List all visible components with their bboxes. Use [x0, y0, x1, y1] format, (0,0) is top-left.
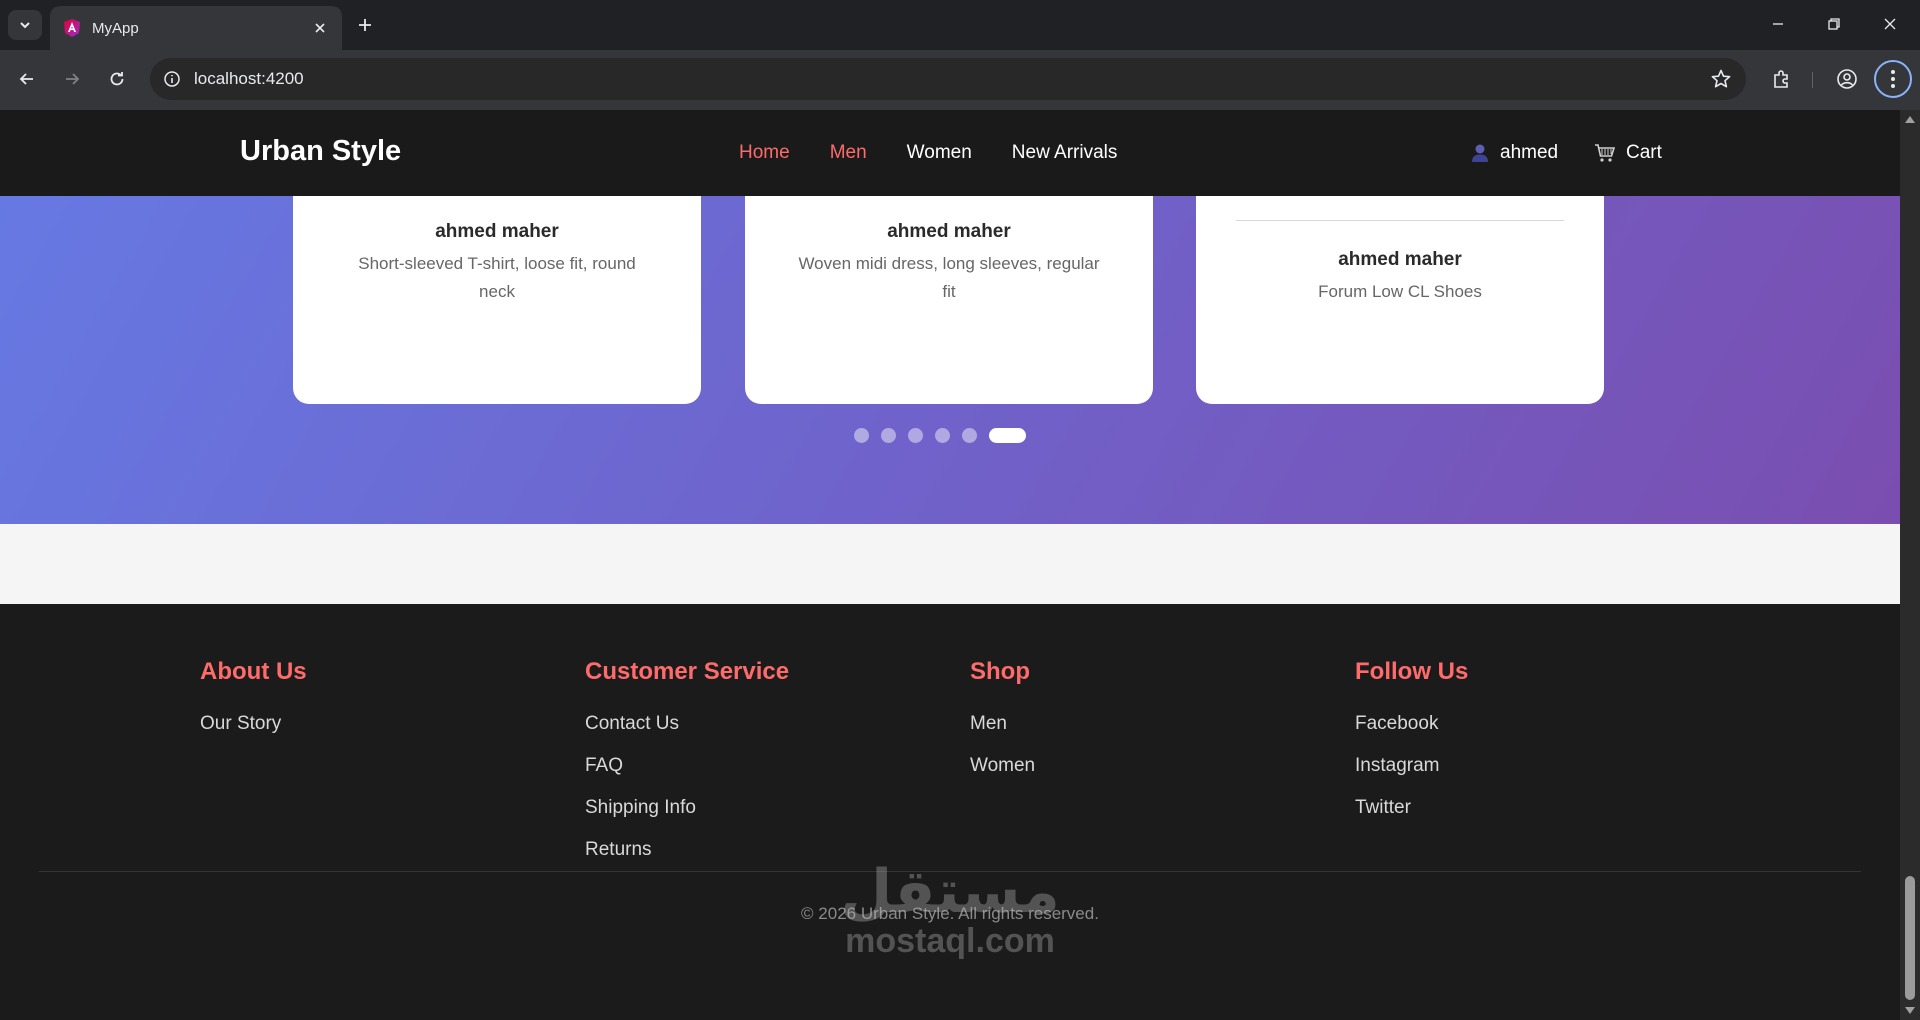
close-tab-icon[interactable]	[310, 18, 330, 38]
site-header: Urban Style Home Men Women New Arrivals …	[0, 110, 1900, 196]
page-viewport: ahmed maher Short-sleeved T-shirt, loose…	[0, 110, 1900, 1020]
carousel-dot[interactable]	[908, 428, 923, 443]
restore-icon	[1828, 18, 1840, 30]
user-icon	[1472, 144, 1488, 162]
reload-button[interactable]	[102, 64, 132, 94]
close-window-button[interactable]	[1862, 0, 1918, 48]
angular-logo-icon	[64, 19, 80, 37]
puzzle-icon	[1774, 70, 1788, 88]
arrow-right-icon	[66, 73, 80, 85]
nav-men[interactable]: Men	[830, 142, 867, 164]
watermark-latin: mostaql.com	[845, 922, 1055, 960]
footer-heading: Customer Service	[585, 658, 790, 685]
back-button[interactable]	[12, 64, 42, 94]
browser-tab[interactable]: MyApp	[50, 6, 342, 50]
product-card[interactable]: ahmed maher Forum Low CL Shoes	[1196, 170, 1604, 404]
chevron-down-icon	[20, 22, 30, 29]
minimize-button[interactable]	[1750, 0, 1806, 48]
footer-link-instagram[interactable]: Instagram	[1355, 754, 1468, 796]
tab-search-button[interactable]	[8, 10, 42, 40]
brand-logo[interactable]: Urban Style	[240, 135, 401, 168]
tab-title: MyApp	[92, 19, 139, 37]
browser-window: MyApp localhost:4200 ahmed maher Short-s…	[0, 0, 1920, 1020]
address-bar[interactable]: localhost:4200	[150, 58, 1746, 100]
footer-link-shipping-info[interactable]: Shipping Info	[585, 796, 789, 838]
user-name: ahmed	[1500, 142, 1559, 163]
scroll-up-arrow-icon[interactable]	[1904, 114, 1916, 124]
footer-divider	[39, 871, 1861, 872]
footer-column-shop: Shop Men Women	[970, 658, 1035, 796]
carousel-dot[interactable]	[935, 428, 950, 443]
user-menu[interactable]: ahmed	[1470, 142, 1558, 164]
new-tab-button[interactable]	[352, 12, 378, 38]
profile-button[interactable]	[1832, 64, 1862, 94]
more-vertical-icon	[1891, 70, 1895, 88]
carousel-dot[interactable]	[962, 428, 977, 443]
url-text: localhost:4200	[194, 69, 304, 88]
bookmark-star-icon[interactable]	[1710, 68, 1732, 90]
page-scrollbar[interactable]	[1900, 110, 1920, 1020]
carousel-dots	[854, 428, 1026, 443]
main-nav: Home Men Women New Arrivals	[739, 142, 1117, 164]
footer-heading: About Us	[200, 658, 307, 685]
product-card[interactable]: ahmed maher Woven midi dress, long sleev…	[745, 170, 1153, 404]
site-footer: About Us Our Story Customer Service Cont…	[0, 604, 1900, 1020]
footer-heading: Follow Us	[1355, 658, 1469, 685]
arrow-left-icon	[19, 73, 33, 85]
card-name: ahmed maher	[1338, 249, 1462, 270]
card-name: ahmed maher	[435, 221, 559, 242]
card-divider	[1236, 220, 1564, 221]
footer-column-about: About Us Our Story	[200, 658, 307, 754]
product-card[interactable]: ahmed maher Short-sleeved T-shirt, loose…	[293, 170, 701, 404]
extensions-button[interactable]	[1766, 64, 1796, 94]
nav-women[interactable]: Women	[907, 142, 972, 164]
carousel-dot-active[interactable]	[989, 428, 1026, 443]
card-name: ahmed maher	[887, 221, 1011, 242]
forward-button[interactable]	[57, 64, 87, 94]
scrollbar-thumb[interactable]	[1905, 876, 1915, 1000]
cart-icon	[1595, 144, 1616, 162]
footer-link-women[interactable]: Women	[970, 754, 1035, 796]
copyright-text: © 2026 Urban Style. All rights reserved.	[801, 904, 1099, 923]
cart-link[interactable]: Cart	[1594, 142, 1662, 164]
footer-link-twitter[interactable]: Twitter	[1355, 796, 1468, 838]
nav-home[interactable]: Home	[739, 142, 790, 164]
footer-column-follow: Follow Us Facebook Instagram Twitter	[1355, 658, 1468, 838]
card-description: Woven midi dress, long sleeves, regular …	[798, 254, 1100, 301]
card-description: Short-sleeved T-shirt, loose fit, round …	[358, 254, 636, 301]
browser-toolbar: localhost:4200	[0, 50, 1920, 110]
close-icon	[1884, 18, 1896, 30]
footer-column-customer-service: Customer Service Contact Us FAQ Shipping…	[585, 658, 789, 880]
footer-link-men[interactable]: Men	[970, 712, 1035, 754]
restore-button[interactable]	[1806, 0, 1862, 48]
profile-icon	[1837, 69, 1857, 89]
card-description: Forum Low CL Shoes	[1318, 282, 1482, 301]
footer-link-contact-us[interactable]: Contact Us	[585, 712, 789, 754]
footer-link-returns[interactable]: Returns	[585, 838, 789, 880]
footer-heading: Shop	[970, 658, 1030, 685]
tab-strip: MyApp	[0, 0, 1920, 50]
reload-icon	[110, 72, 124, 86]
cart-label: Cart	[1626, 142, 1662, 163]
site-info-icon[interactable]	[150, 58, 194, 100]
carousel-dot[interactable]	[881, 428, 896, 443]
footer-link-facebook[interactable]: Facebook	[1355, 712, 1468, 754]
footer-link-our-story[interactable]: Our Story	[200, 712, 307, 754]
carousel-dot[interactable]	[854, 428, 869, 443]
footer-link-faq[interactable]: FAQ	[585, 754, 789, 796]
content-spacer	[0, 524, 1900, 604]
toolbar-separator	[1812, 72, 1813, 88]
nav-new-arrivals[interactable]: New Arrivals	[1012, 142, 1118, 164]
browser-menu-button[interactable]	[1874, 60, 1912, 98]
minimize-icon	[1773, 23, 1783, 25]
scroll-down-arrow-icon[interactable]	[1904, 1006, 1916, 1016]
plus-icon	[359, 19, 371, 31]
